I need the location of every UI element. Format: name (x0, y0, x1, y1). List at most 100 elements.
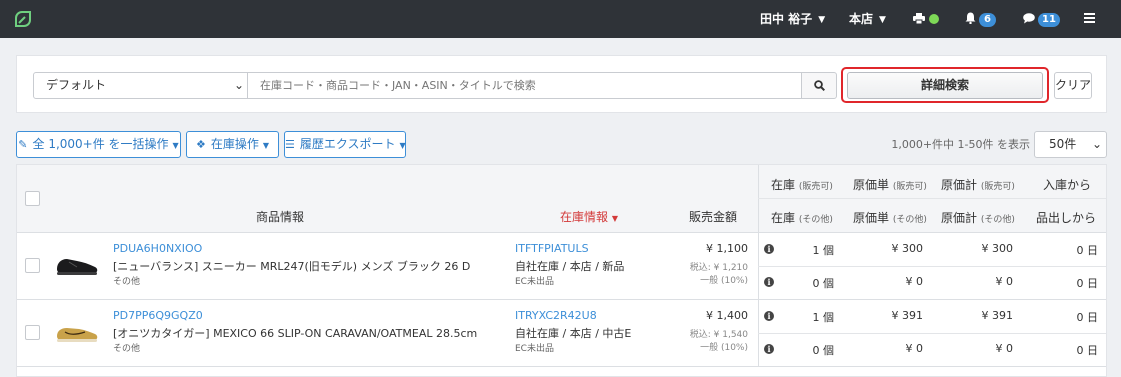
qty-other: 0 個 (812, 344, 835, 357)
row-divider (758, 266, 1106, 267)
header-total-cost-other-label: 原価計 (941, 211, 978, 225)
row-checkbox[interactable] (25, 258, 40, 273)
search-button[interactable] (801, 72, 837, 99)
sale-price: ¥ 1,400 (706, 309, 748, 322)
product-thumbnail[interactable] (55, 320, 99, 344)
search-preset-select[interactable]: デフォルト ⌄ (33, 72, 248, 99)
header-stock-info[interactable]: 在庫情報 ▼ (560, 208, 618, 225)
unit-cost-sellable: ¥ 300 (891, 242, 924, 255)
tax-type: 一般 (10%) (700, 276, 748, 286)
header-stock-other: 在庫 (その他) (771, 209, 833, 226)
row-checkbox[interactable] (25, 325, 40, 340)
header-unit-cost-sellable-sub: (販売可) (892, 182, 927, 192)
chat-icon (1023, 13, 1035, 24)
days-since-in: 0 日 (1076, 311, 1099, 324)
header-unit-cost-sellable: 原価単 (販売可) (853, 176, 927, 193)
days-since-in: 0 日 (1076, 244, 1099, 257)
product-code-link[interactable]: PDUA6H0NXIOO (113, 242, 202, 255)
price-tax-included: 税込: ¥ 1,210 (689, 263, 748, 273)
notifications-button[interactable]: 6 (965, 0, 996, 38)
header-total-cost-other: 原価計 (その他) (941, 209, 1015, 226)
history-export-label: 履歴エクスポート (299, 137, 396, 151)
unit-cost-sellable: ¥ 391 (891, 309, 924, 322)
header-total-cost-sellable-label: 原価計 (941, 178, 978, 192)
chevron-down-icon: ▼ (818, 15, 826, 25)
header-stock-other-sub: (その他) (798, 215, 833, 225)
days-since-out: 0 日 (1076, 344, 1099, 357)
product-name: [ニューバランス] スニーカー MRL247(旧モデル) メンズ ブラック 26… (113, 260, 471, 273)
history-export-button[interactable]: ☰ 履歴エクスポート ▼ (284, 131, 406, 158)
chevron-down-icon: ▼ (399, 141, 406, 150)
chevron-down-icon: ▼ (172, 141, 179, 150)
per-page-select[interactable]: 50件 ⌄ (1034, 131, 1107, 158)
select-all-checkbox[interactable] (25, 191, 40, 206)
inventory-table: 商品情報 在庫情報 ▼ 販売金額 在庫 (販売可) 在庫 (その他) 原価単 (… (16, 164, 1107, 377)
header-stock-sellable: 在庫 (販売可) (771, 176, 833, 193)
menu-icon (1084, 13, 1095, 23)
store-menu[interactable]: 本店 ▼ (849, 0, 886, 38)
search-panel: デフォルト ⌄ 詳細検索 クリア (16, 55, 1107, 113)
bell-icon (965, 12, 976, 25)
stock-operation-button[interactable]: ❖ 在庫操作 ▼ (186, 131, 279, 158)
header-unit-cost-other: 原価単 (その他) (853, 209, 927, 226)
user-menu[interactable]: 田中 裕子 ▼ (760, 0, 825, 38)
hamburger-menu-button[interactable] (1084, 0, 1095, 38)
stock-code-link[interactable]: ITFTFPIATULS (515, 242, 589, 255)
qty-other: 0 個 (812, 277, 835, 290)
search-icon (814, 80, 825, 91)
product-name: [オニツカタイガー] MEXICO 66 SLIP-ON CARAVAN/OAT… (113, 327, 478, 340)
header-total-cost-sellable-sub: (販売可) (980, 182, 1015, 192)
messages-count-badge: 11 (1038, 13, 1060, 27)
printer-icon (913, 13, 925, 25)
sale-price: ¥ 1,100 (706, 242, 748, 255)
chevron-down-icon: ⌄ (233, 78, 244, 92)
product-code-link[interactable]: PD7PP6Q9GQZ0 (113, 309, 203, 322)
table-row[interactable]: PDUA6H0NXIOO [ニューバランス] スニーカー MRL247(旧モデル… (17, 233, 1106, 300)
header-unit-cost-other-sub: (その他) (892, 215, 927, 225)
total-cost-sellable: ¥ 300 (981, 242, 1014, 255)
messages-button[interactable]: 11 (1023, 0, 1060, 38)
header-sale-price: 販売金額 (689, 210, 738, 224)
bulk-action-button[interactable]: ✎ 全 1,000+件 を一括操作 ▼ (16, 131, 181, 158)
detail-search-button[interactable]: 詳細検索 (847, 72, 1043, 99)
tax-type: 一般 (10%) (700, 343, 748, 353)
total-cost-other: ¥ 0 (995, 342, 1014, 355)
row-divider (758, 333, 1106, 334)
unit-cost-other: ¥ 0 (905, 275, 924, 288)
product-category: その他 (113, 344, 141, 354)
bulk-action-label: 全 1,000+件 を一括操作 (32, 137, 169, 151)
ec-status: EC未出品 (515, 277, 554, 287)
search-input[interactable] (247, 72, 802, 99)
header-days-since-out: 品出しから (1036, 211, 1097, 225)
days-since-out: 0 日 (1076, 277, 1099, 290)
user-name: 田中 裕子 (760, 12, 813, 26)
header-product-info: 商品情報 (256, 210, 305, 224)
header-stock-sellable-label: 在庫 (771, 178, 796, 192)
printer-status[interactable] (913, 0, 939, 38)
info-icon[interactable]: i (764, 277, 774, 287)
list-icon: ☰ (285, 138, 295, 151)
header-stock-sellable-sub: (販売可) (798, 182, 833, 192)
clear-button[interactable]: クリア (1054, 72, 1092, 99)
stock-location: 自社在庫 / 本店 / 新品 (515, 260, 625, 273)
sort-desc-icon: ▼ (611, 214, 618, 223)
per-page-value: 50件 (1049, 137, 1077, 151)
top-navbar: 田中 裕子 ▼ 本店 ▼ 6 11 (0, 0, 1121, 38)
shoe-sole (57, 339, 97, 342)
chevron-down-icon: ⌄ (1091, 137, 1102, 151)
header-total-cost-sellable: 原価計 (販売可) (941, 176, 1015, 193)
info-icon[interactable]: i (764, 244, 774, 254)
header-unit-cost-sellable-label: 原価単 (853, 178, 890, 192)
notifications-count-badge: 6 (979, 13, 996, 27)
table-row[interactable]: PD7PP6Q9GQZ0 [オニツカタイガー] MEXICO 66 SLIP-O… (17, 300, 1106, 367)
stock-operation-label: 在庫操作 (210, 137, 259, 151)
chevron-down-icon: ▼ (262, 141, 270, 150)
info-icon[interactable]: i (764, 344, 774, 354)
info-icon[interactable]: i (764, 311, 774, 321)
stock-code-link[interactable]: ITRYXC2R42U8 (515, 309, 597, 322)
price-tax-included: 税込: ¥ 1,540 (689, 330, 748, 340)
app-logo-icon[interactable] (13, 9, 33, 29)
ec-status: EC未出品 (515, 344, 554, 354)
product-thumbnail[interactable] (55, 253, 99, 277)
qty-sellable: 1 個 (812, 244, 835, 257)
